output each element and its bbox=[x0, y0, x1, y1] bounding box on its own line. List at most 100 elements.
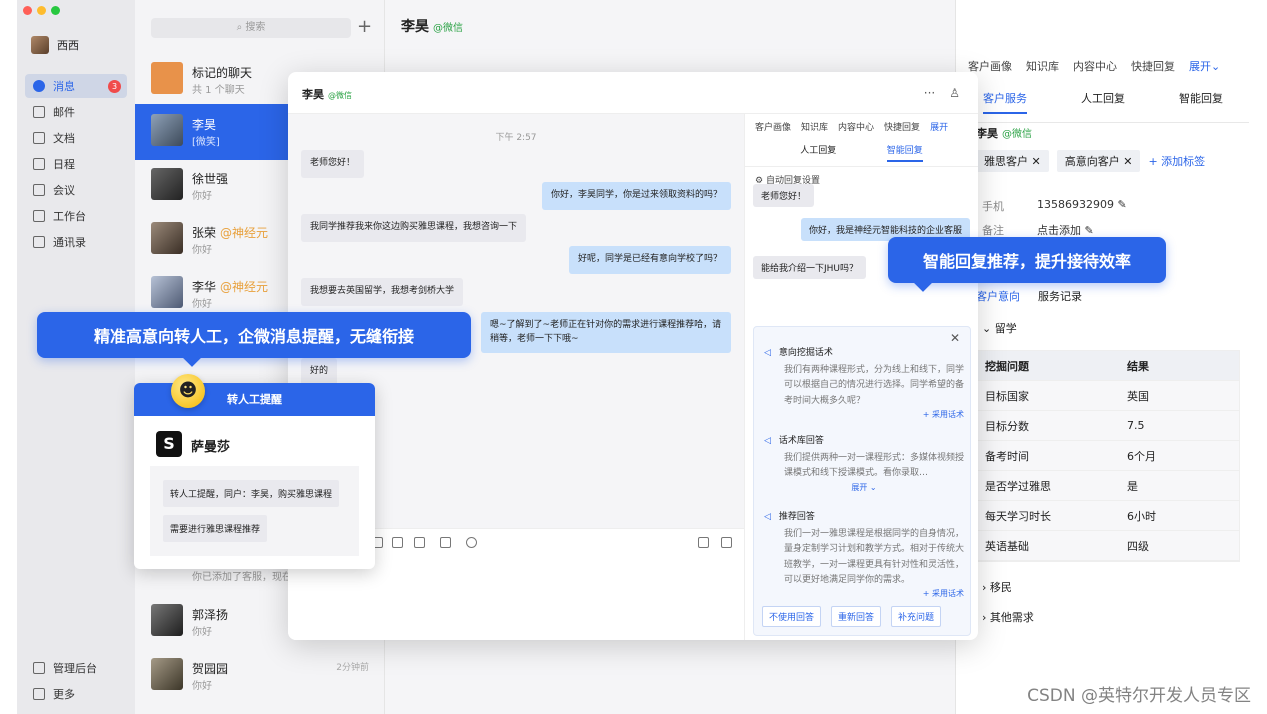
add-icon[interactable]: + bbox=[357, 16, 372, 37]
expand-button[interactable]: 展开⌄ bbox=[1189, 58, 1220, 74]
edit-icon[interactable]: ✎ bbox=[1085, 224, 1094, 237]
phone-label: 手机 bbox=[982, 200, 1004, 213]
search-input[interactable]: ⌕ 搜索 bbox=[151, 18, 351, 38]
modal-title: 李昊 @微信 bbox=[302, 86, 352, 102]
cell: 英语基础 bbox=[985, 539, 1029, 553]
suggestion-body: 我们一对一雅思课程是根据同学的自身情况，量身定制学习计划和教学方式。相对于传统大… bbox=[784, 529, 965, 585]
expand-button[interactable]: 展开 bbox=[930, 120, 948, 133]
close-window-button[interactable] bbox=[23, 6, 32, 15]
close-icon[interactable]: ✕ bbox=[950, 331, 960, 345]
nav-bottom: 管理后台 更多 bbox=[25, 656, 127, 708]
dont-use-button[interactable]: 不使用回答 bbox=[762, 606, 822, 627]
nav-label: 工作台 bbox=[53, 210, 86, 223]
suggestion-actions: 不使用回答 重新回答 补充问题 bbox=[762, 606, 942, 627]
tab-knowledge[interactable]: 知识库 bbox=[801, 120, 828, 133]
adopt-button[interactable]: + 采用话术 bbox=[764, 588, 964, 599]
workbench-icon bbox=[33, 210, 45, 222]
add-question-button[interactable]: 补充问题 bbox=[891, 606, 942, 627]
tab-content[interactable]: 内容中心 bbox=[1073, 58, 1117, 74]
callout-smart-reply: 智能回复推荐，提升接待效率 bbox=[888, 237, 1166, 283]
tag-chip[interactable]: 高意向客户 ✕ bbox=[1056, 150, 1141, 172]
conv-name: 贺园园 bbox=[192, 662, 229, 676]
tab-knowledge[interactable]: 知识库 bbox=[1026, 58, 1059, 74]
assistant-sidebar: 客户画像 知识库 内容中心 快捷回复 展开 人工回复 智能回复 ⚙ 自动回复设置… bbox=[744, 114, 978, 640]
conv-name: 徐世强 bbox=[192, 172, 229, 186]
nav-item-calendar[interactable]: 日程 bbox=[25, 152, 127, 176]
conv-preview: 你好 bbox=[192, 245, 212, 256]
user-profile[interactable]: 西西 bbox=[31, 36, 79, 54]
expand-button[interactable]: 展开 ⌄ bbox=[764, 482, 964, 493]
screenshot-icon[interactable] bbox=[698, 537, 709, 548]
tab-manual-reply[interactable]: 人工回复 bbox=[1081, 90, 1125, 114]
section-other[interactable]: › 其他需求 bbox=[982, 609, 1034, 625]
tab-smart-reply[interactable]: 智能回复 bbox=[886, 143, 923, 162]
suggestion-body: 我们提供两种一对一课程形式：多媒体视频授课模式和线下授课模式。看你录取… bbox=[784, 453, 965, 479]
regenerate-button[interactable]: 重新回答 bbox=[831, 606, 882, 627]
section-study-abroad[interactable]: ⌄ 留学 bbox=[982, 320, 1017, 336]
avatar bbox=[151, 168, 183, 200]
minimize-window-button[interactable] bbox=[37, 6, 46, 15]
message-bubble: 好的 bbox=[301, 358, 338, 386]
table-row: 目标国家 英国 bbox=[977, 381, 1239, 411]
section-label: 其他需求 bbox=[989, 611, 1034, 624]
sidebar-icon[interactable] bbox=[721, 537, 732, 548]
tag-chip[interactable]: 雅思客户 ✕ bbox=[976, 150, 1049, 172]
app-logo-icon: S bbox=[156, 431, 182, 457]
nav-item-messages[interactable]: 消息 3 bbox=[25, 74, 127, 98]
note-value[interactable]: 点击添加 ✎ bbox=[1037, 222, 1094, 238]
tab-service-record[interactable]: 服务记录 bbox=[1038, 288, 1082, 304]
document-icon bbox=[33, 132, 45, 144]
cell: 是 bbox=[1127, 479, 1138, 493]
nav-item-workbench[interactable]: 工作台 bbox=[25, 204, 127, 228]
tab-intent[interactable]: 客户意向 bbox=[976, 288, 1020, 304]
adopt-button[interactable]: + 采用话术 bbox=[764, 409, 964, 420]
wechat-tag: @微信 bbox=[328, 91, 352, 100]
nav-item-contacts[interactable]: 通讯录 bbox=[25, 230, 127, 254]
table-row: 是否学过雅思 是 bbox=[977, 471, 1239, 501]
more-icon[interactable]: ··· bbox=[924, 86, 935, 100]
speaker-icon: ◁ bbox=[764, 512, 771, 522]
tab-customer-service[interactable]: 客户服务 bbox=[983, 90, 1027, 114]
close-icon[interactable]: ✕ bbox=[1032, 155, 1041, 168]
nav-item-meeting[interactable]: 会议 bbox=[25, 178, 127, 202]
conv-name: 标记的聊天 bbox=[192, 66, 253, 80]
conv-tag: @神经元 bbox=[220, 280, 269, 294]
image-icon[interactable] bbox=[414, 537, 425, 548]
app-name: 萨曼莎 bbox=[191, 440, 231, 455]
add-tag-button[interactable]: + 添加标签 bbox=[1148, 150, 1205, 172]
chevron-down-icon: ⌄ bbox=[982, 322, 995, 335]
nav-item-admin[interactable]: 管理后台 bbox=[25, 656, 127, 680]
nav-label: 更多 bbox=[53, 688, 75, 701]
cell: 6小时 bbox=[1127, 509, 1156, 523]
avatar bbox=[151, 222, 183, 254]
conv-name: 郭泽扬 bbox=[192, 608, 229, 622]
more-options-icon[interactable] bbox=[466, 537, 477, 548]
close-icon[interactable]: ✕ bbox=[1123, 155, 1132, 168]
edit-icon[interactable]: ✎ bbox=[1117, 198, 1126, 211]
maximize-window-button[interactable] bbox=[51, 6, 60, 15]
suggestion-title-text: 话术库回答 bbox=[778, 436, 824, 446]
tab-smart-reply[interactable]: 智能回复 bbox=[1179, 90, 1223, 114]
customer-name: 李昊 @微信 bbox=[976, 125, 1032, 141]
user-icon[interactable]: ♙ bbox=[949, 86, 960, 100]
section-immigration[interactable]: › 移民 bbox=[982, 579, 1012, 595]
tab-quick-reply[interactable]: 快捷回复 bbox=[884, 120, 920, 133]
table-icon[interactable] bbox=[392, 537, 403, 548]
list-item[interactable]: 贺园园 你好 2分钟前 bbox=[135, 648, 385, 704]
meeting-icon bbox=[33, 184, 45, 196]
table-header: 挖掘问题 结果 bbox=[977, 351, 1239, 381]
cell: 英国 bbox=[1127, 389, 1149, 403]
tab-content[interactable]: 内容中心 bbox=[838, 120, 874, 133]
chevron-right-icon: › bbox=[982, 611, 990, 624]
tab-quick-reply[interactable]: 快捷回复 bbox=[1131, 58, 1175, 74]
nav-list: 消息 3 邮件 文档 日程 会议 工作台 通讯录 bbox=[25, 74, 127, 256]
conv-name: 李华 @神经元 bbox=[192, 278, 268, 295]
tab-manual-reply[interactable]: 人工回复 bbox=[800, 143, 836, 162]
tab-profile[interactable]: 客户画像 bbox=[755, 120, 791, 133]
folder-icon[interactable] bbox=[440, 537, 451, 548]
nav-item-docs[interactable]: 文档 bbox=[25, 126, 127, 150]
nav-item-more[interactable]: 更多 bbox=[25, 682, 127, 706]
avatar bbox=[151, 658, 183, 690]
nav-item-mail[interactable]: 邮件 bbox=[25, 100, 127, 124]
cell: 目标国家 bbox=[985, 389, 1029, 403]
